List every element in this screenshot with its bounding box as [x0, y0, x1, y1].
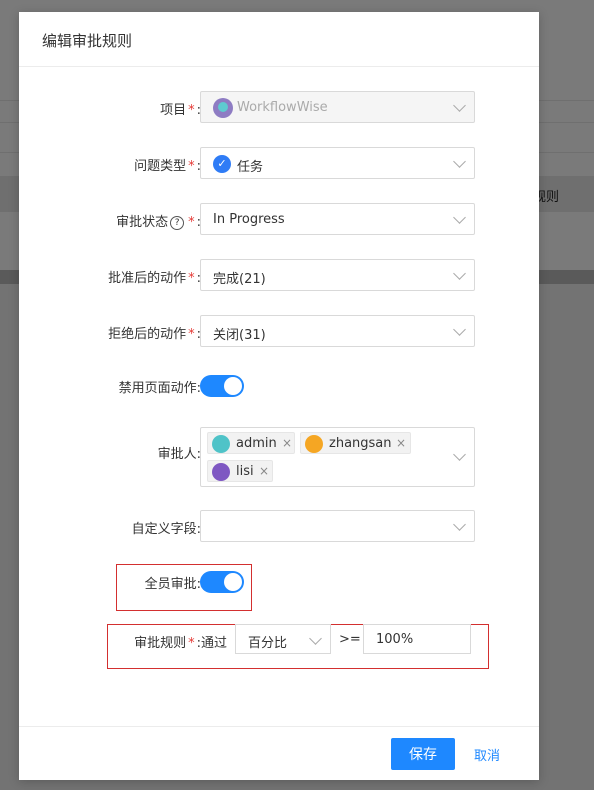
approval-mode-value: 百分比: [248, 636, 288, 651]
issue-type-value: 任务: [237, 160, 264, 175]
toggle-knob: [224, 377, 242, 395]
required-mark: *: [188, 271, 195, 286]
cancel-button[interactable]: 取消: [474, 745, 500, 764]
after-approve-value: 完成(21): [213, 272, 266, 287]
all-approve-toggle[interactable]: [200, 571, 244, 593]
help-icon[interactable]: ?: [170, 216, 185, 230]
approval-status-value: In Progress: [213, 212, 285, 227]
approval-percent-value: 100%: [376, 632, 414, 647]
remove-admin-icon[interactable]: ×: [282, 436, 292, 450]
after-reject-label: 拒绝后的动作 *:: [108, 327, 201, 342]
approval-rule-row: 审批规则 *: 通过 百分比 >= 100%: [19, 623, 539, 655]
approval-mode-select[interactable]: 百分比: [235, 624, 331, 654]
chevron-down-icon: [453, 323, 466, 336]
approver-name: zhangsan: [329, 436, 392, 451]
approvers-label: 审批人:: [157, 447, 201, 462]
remove-lisi-icon[interactable]: ×: [259, 464, 269, 478]
zhangsan-avatar: [305, 435, 323, 453]
chevron-down-icon: [453, 99, 466, 112]
approvers-select[interactable]: admin × zhangsan × lisi ×: [200, 427, 475, 487]
custom-field-label: 自定义字段:: [131, 522, 201, 537]
footer-divider: [19, 726, 539, 727]
project-row: 项目 *: WorkflowWise: [19, 91, 539, 123]
disable-page-action-toggle[interactable]: [200, 375, 244, 397]
header-divider: [19, 66, 539, 67]
issue-type-label: 问题类型 *:: [134, 159, 201, 174]
after-approve-row: 批准后的动作 *: 完成(21): [19, 259, 539, 291]
chevron-down-icon: [453, 267, 466, 280]
pass-text: 通过: [201, 636, 228, 651]
remove-zhangsan-icon[interactable]: ×: [396, 436, 406, 450]
approver-name: lisi: [236, 464, 254, 479]
admin-avatar: [212, 435, 230, 453]
project-label: 项目 *:: [160, 103, 201, 118]
chevron-down-icon: [453, 518, 466, 531]
all-approve-row: 全员审批:: [19, 567, 539, 599]
task-check-icon: ✓: [213, 155, 231, 173]
approver-tag-lisi: lisi ×: [207, 460, 273, 482]
after-approve-label: 批准后的动作 *:: [108, 271, 201, 286]
required-mark: *: [188, 159, 195, 174]
edit-approval-rule-modal: 编辑审批规则 项目 *: WorkflowWise 问题类型 *: ✓ 任务 审批状…: [19, 12, 539, 780]
approval-status-select[interactable]: In Progress: [200, 203, 475, 235]
after-reject-row: 拒绝后的动作 *: 关闭(31): [19, 315, 539, 347]
disable-page-action-label: 禁用页面动作:: [118, 381, 201, 396]
approval-percent-input[interactable]: 100%: [363, 624, 471, 654]
required-mark: *: [188, 103, 195, 118]
toggle-knob: [224, 573, 242, 591]
disable-page-action-row: 禁用页面动作:: [19, 371, 539, 403]
project-avatar-icon: [213, 98, 233, 118]
project-select[interactable]: WorkflowWise: [200, 91, 475, 123]
save-button[interactable]: 保存: [391, 738, 455, 770]
approval-status-label: 审批状态? *:: [116, 215, 201, 230]
chevron-down-icon: [453, 448, 466, 461]
project-value: WorkflowWise: [237, 100, 328, 115]
approver-tag-zhangsan: zhangsan ×: [300, 432, 411, 454]
approver-tag-admin: admin ×: [207, 432, 295, 454]
chevron-down-icon: [453, 211, 466, 224]
after-reject-value: 关闭(31): [213, 328, 266, 343]
required-mark: *: [188, 327, 195, 342]
issue-type-row: 问题类型 *: ✓ 任务: [19, 147, 539, 179]
modal-title: 编辑审批规则: [42, 32, 133, 50]
lisi-avatar: [212, 463, 230, 481]
after-reject-select[interactable]: 关闭(31): [200, 315, 475, 347]
required-mark: *: [188, 636, 195, 651]
all-approve-label: 全员审批:: [144, 577, 201, 592]
issue-type-select[interactable]: ✓ 任务: [200, 147, 475, 179]
chevron-down-icon: [453, 155, 466, 168]
approval-rule-label: 审批规则 *:: [134, 636, 201, 651]
approver-name: admin: [236, 436, 277, 451]
after-approve-select[interactable]: 完成(21): [200, 259, 475, 291]
required-mark: *: [188, 215, 195, 230]
custom-field-row: 自定义字段:: [19, 510, 539, 542]
chevron-down-icon: [309, 632, 322, 645]
custom-field-select[interactable]: [200, 510, 475, 542]
approval-status-row: 审批状态? *: In Progress: [19, 203, 539, 235]
operator-text: >=: [339, 632, 361, 647]
